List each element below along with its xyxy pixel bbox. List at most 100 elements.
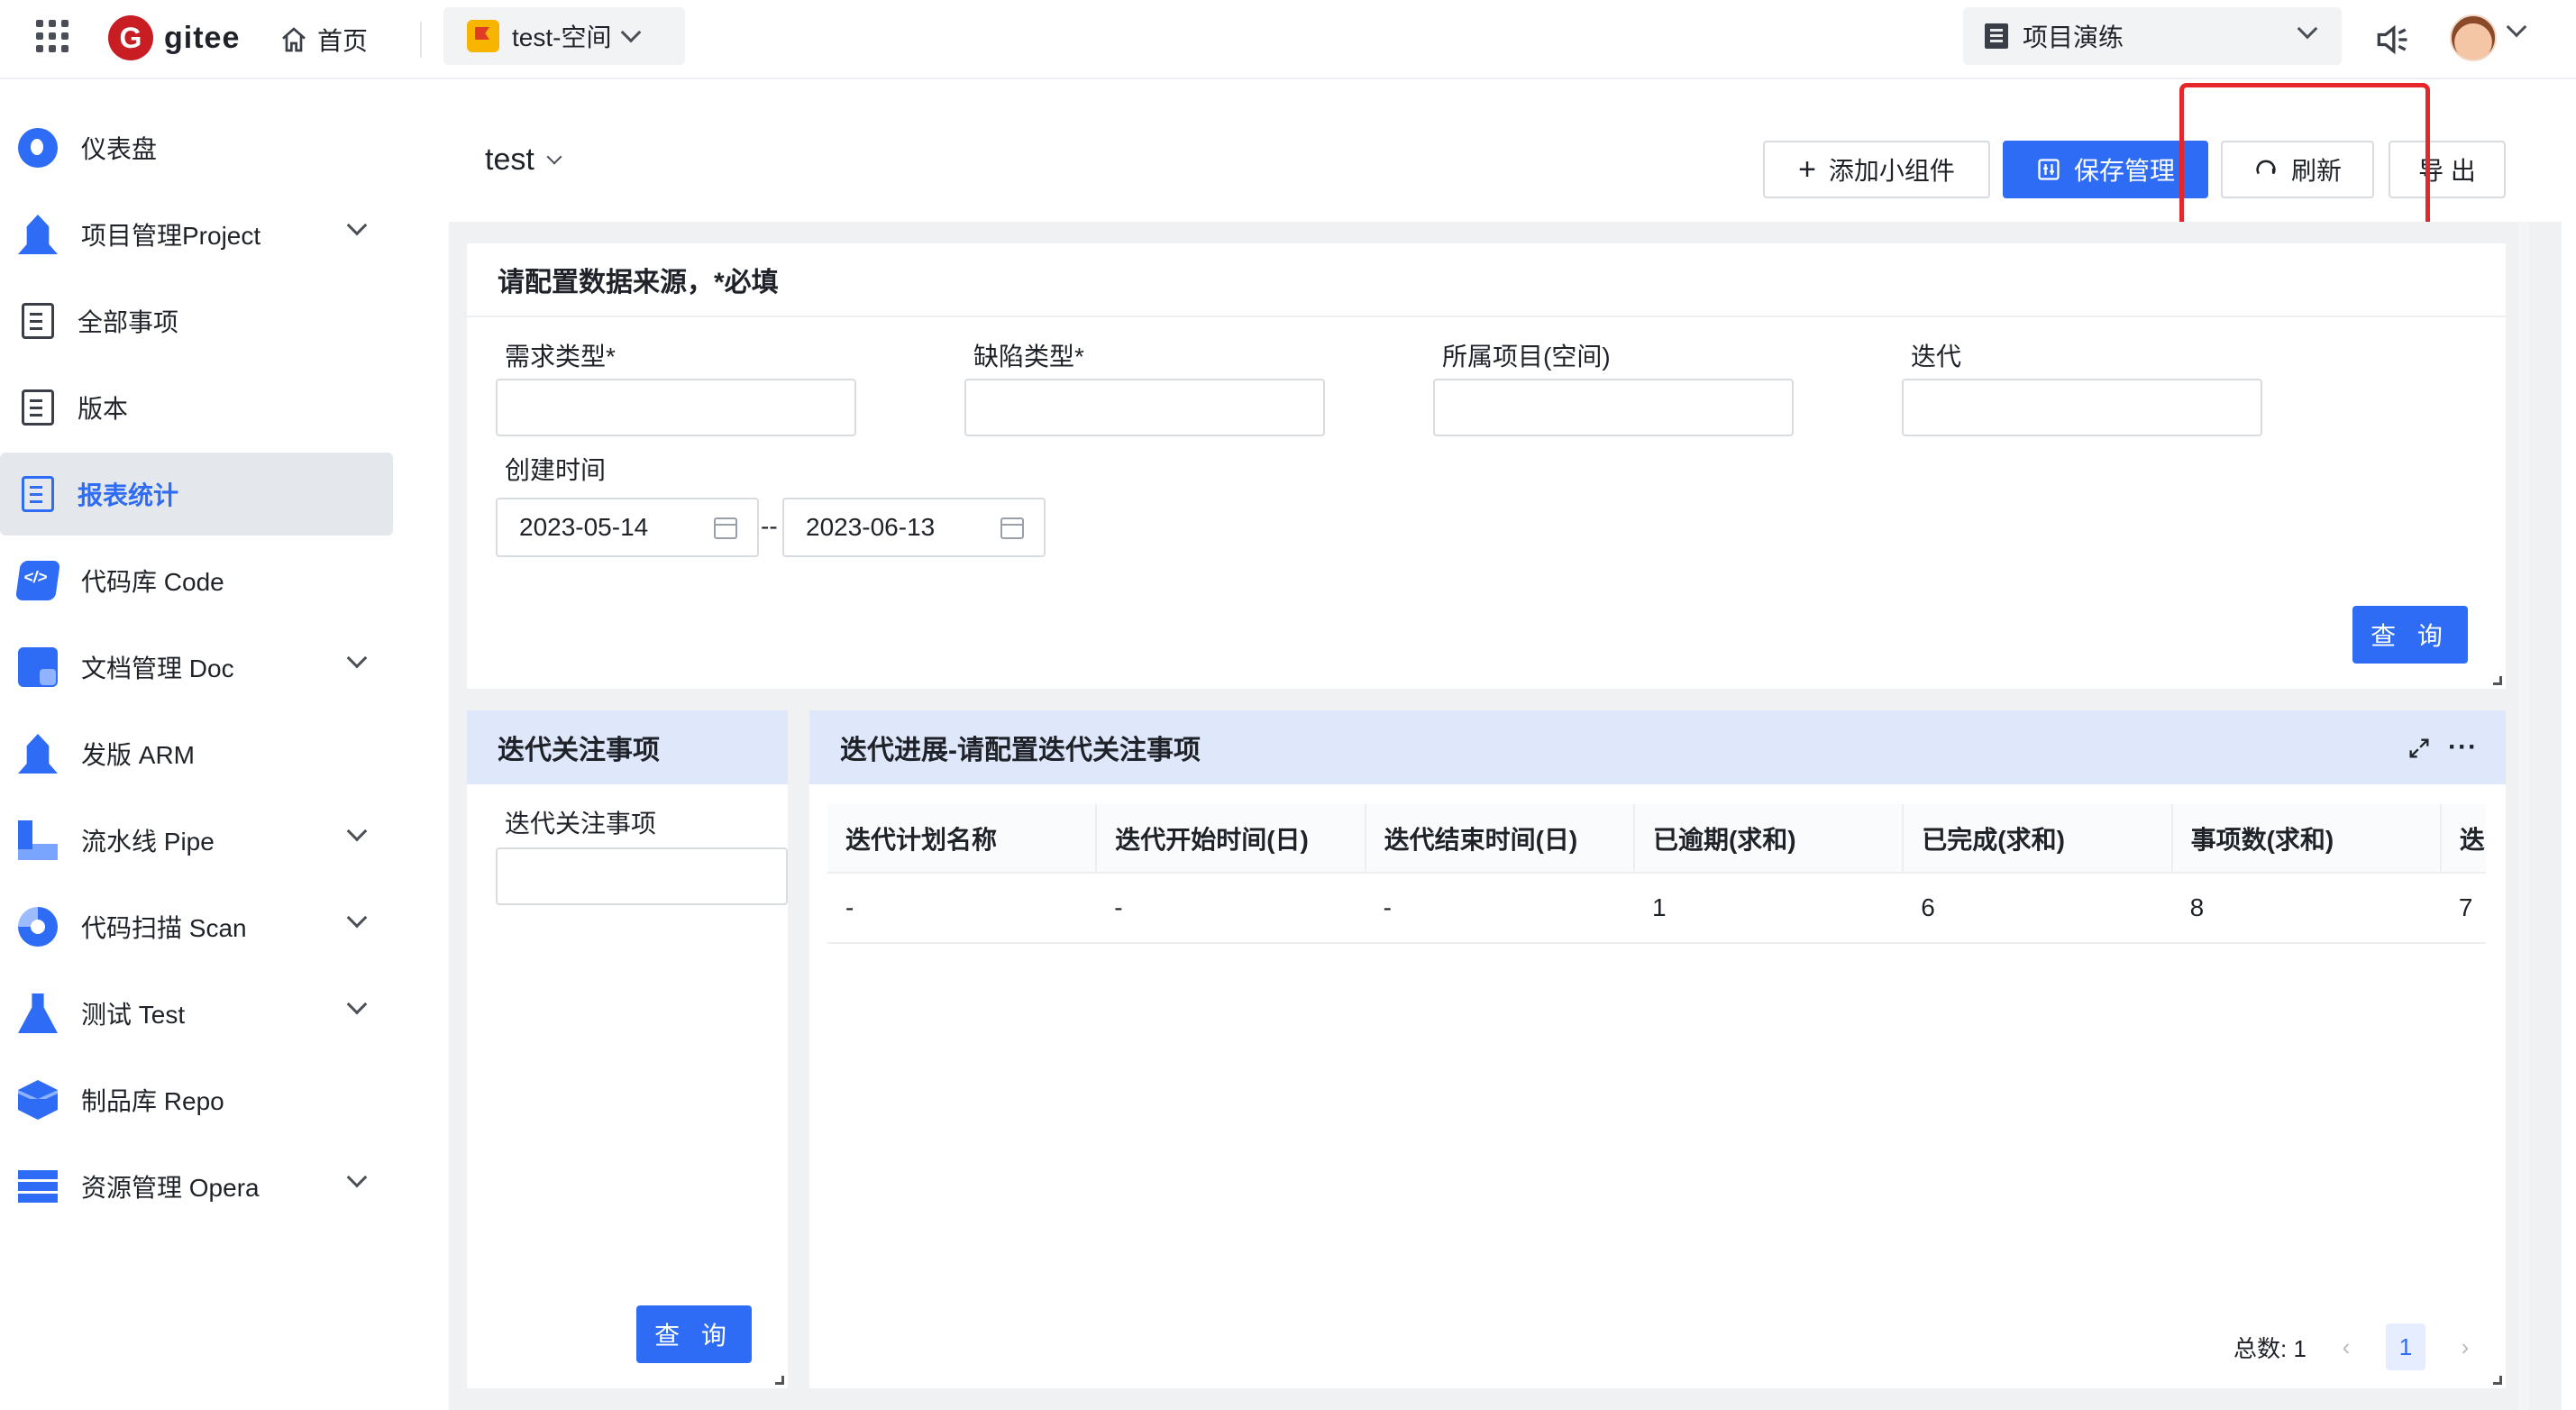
sidebar-item-label: 仪表盘 (81, 135, 158, 163)
iteration-input[interactable] (1902, 379, 2262, 436)
sidebar-item[interactable]: 流水线 Pipe (0, 799, 393, 882)
end-date-picker[interactable]: 2023-06-13 (782, 498, 1046, 557)
column-header[interactable]: 迭代计划名称 (827, 804, 1097, 874)
dashboard-icon (18, 128, 58, 168)
add-widget-button[interactable]: + 添加小组件 (1763, 141, 1990, 198)
space-label: test-空间 (512, 23, 612, 51)
table-row[interactable]: - - - 1 6 8 7 (827, 873, 2486, 944)
query-button[interactable]: 查 询 (2352, 606, 2468, 664)
space-selector[interactable]: test-空间 (443, 7, 685, 65)
chevron-down-icon[interactable] (346, 907, 368, 929)
created-time-label: 创建时间 (505, 456, 607, 484)
table-header-row: 迭代计划名称 迭代开始时间(日) 迭代结束时间(日) 已逾期(求和) 已完成(求… (827, 804, 2486, 874)
chevron-down-icon[interactable] (346, 647, 368, 669)
sidebar-item-label: 代码库 Code (81, 568, 224, 596)
highlight-annotation-box (2179, 83, 2430, 234)
sidebar-item[interactable]: 仪表盘 (0, 106, 393, 189)
sidebar-item-label: 流水线 Pipe (81, 828, 215, 856)
focus-query-button[interactable]: 查 询 (636, 1305, 752, 1363)
dashboard-title-selector[interactable]: test (485, 142, 562, 178)
save-manage-button[interactable]: 保存管理 (2003, 141, 2208, 198)
top-bar: G gitee 首页 test-空间 项目演练 (0, 0, 2576, 79)
progress-table: 迭代计划名称 迭代开始时间(日) 迭代结束时间(日) 已逾期(求和) 已完成(求… (827, 804, 2486, 944)
sidebar: 仪表盘项目管理Project 全部事项版本报表统计代码库 Code 文档管理 Doc… (0, 79, 411, 1410)
sidebar-item[interactable]: 项目管理Project (0, 193, 393, 276)
date-separator: -- (761, 512, 778, 540)
sidebar-item[interactable]: 发版 ARM (0, 712, 393, 795)
next-page-icon[interactable]: › (2445, 1323, 2485, 1370)
sidebar-item[interactable]: 全部事项 (0, 279, 393, 362)
project-selector[interactable]: 项目演练 (1963, 7, 2342, 65)
field-label: 所属项目(空间) (1442, 343, 1611, 371)
sidebar-item[interactable]: 测试 Test (0, 972, 393, 1055)
chevron-down-icon[interactable] (346, 820, 368, 842)
chevron-down-icon[interactable] (2506, 16, 2527, 38)
prev-page-icon[interactable]: ‹ (2326, 1323, 2366, 1370)
page-number[interactable]: 1 (2385, 1323, 2425, 1370)
table-cell: 6 (1903, 873, 2172, 944)
sidebar-item[interactable]: 代码扫描 Scan (0, 885, 393, 968)
column-header[interactable]: 迭代结束时间(日) (1364, 804, 1634, 874)
sidebar-item-label: 全部事项 (78, 308, 179, 336)
apps-grid-icon[interactable] (36, 20, 69, 52)
sidebar-item-label: 报表统计 (78, 481, 179, 509)
sidebar-item[interactable]: 文档管理 Doc (0, 626, 393, 709)
user-avatar[interactable] (2450, 14, 2497, 61)
home-icon (282, 27, 306, 52)
start-date-picker[interactable]: 2023-05-14 (496, 498, 759, 557)
demand-type-input[interactable] (496, 379, 856, 436)
flag-icon (467, 20, 499, 52)
rocket-icon (18, 734, 58, 774)
report-icon (22, 476, 54, 512)
sidebar-item-label: 文档管理 Doc (81, 655, 234, 682)
focus-items-input[interactable] (496, 847, 788, 905)
canvas-scrollbar[interactable] (2518, 222, 2529, 1410)
sidebar-item[interactable]: 报表统计 (0, 453, 393, 536)
expand-icon[interactable] (2407, 736, 2432, 761)
start-date-value: 2023-05-14 (519, 513, 649, 541)
sidebar-item[interactable]: 制品库 Repo (0, 1058, 393, 1141)
chevron-down-icon (546, 149, 562, 164)
calendar-icon (714, 517, 737, 539)
sidebar-item[interactable]: 版本 (0, 366, 393, 449)
dashboard-canvas: 请配置数据来源，*必填 需求类型* 缺陷类型* 所属项目(空间) 迭代 创建时间… (449, 222, 2562, 1410)
code-icon (14, 561, 61, 600)
field-label: 缺陷类型* (973, 343, 1084, 371)
divider (420, 22, 422, 58)
project-space-input[interactable] (1433, 379, 1794, 436)
document-list-icon (22, 303, 54, 339)
table-cell: 1 (1633, 873, 1904, 944)
chevron-down-icon (2297, 18, 2318, 40)
table-cell: 7 (2440, 873, 2486, 944)
sidebar-item[interactable]: 代码库 Code (0, 539, 393, 622)
sidebar-item[interactable]: 资源管理 Opera (0, 1145, 393, 1228)
sidebar-item-label: 发版 ARM (81, 741, 196, 769)
resize-handle-icon[interactable] (2493, 1376, 2502, 1385)
chevron-down-icon[interactable] (346, 993, 368, 1015)
logo-text: gitee (164, 20, 241, 55)
gitee-logo-icon: G (108, 15, 153, 60)
focus-field-label: 迭代关注事项 (505, 810, 657, 838)
iteration-progress-panel: 迭代进展-请配置迭代关注事项 ··· 迭代计划名称 迭代开始时间(日) 迭代结束… (809, 710, 2506, 1388)
column-header[interactable]: 迭代开始时间(日) (1095, 804, 1366, 874)
speaker-icon[interactable] (2372, 20, 2412, 60)
save-manage-label: 保存管理 (2073, 157, 2175, 185)
chevron-down-icon[interactable] (346, 1167, 368, 1188)
table-cell: - (1365, 873, 1634, 944)
pipeline-icon (18, 820, 58, 860)
chevron-down-icon[interactable] (346, 215, 368, 236)
more-options-icon[interactable]: ··· (2448, 732, 2478, 763)
rocket-icon (18, 215, 58, 254)
column-header[interactable]: 迭 (2439, 804, 2486, 874)
sidebar-item-label: 版本 (78, 395, 129, 423)
document-list-icon (22, 389, 54, 426)
gitee-logo[interactable]: G gitee (108, 14, 240, 61)
column-header[interactable]: 已逾期(求和) (1632, 804, 1904, 874)
defect-type-input[interactable] (964, 379, 1325, 436)
column-header[interactable]: 事项数(求和) (2170, 804, 2441, 874)
column-header[interactable]: 已完成(求和) (1902, 804, 2172, 874)
home-link[interactable]: 首页 (279, 18, 368, 61)
resize-handle-icon[interactable] (775, 1376, 784, 1385)
config-panel-title: 请配置数据来源，*必填 (467, 243, 2506, 317)
resize-handle-icon[interactable] (2493, 676, 2502, 685)
